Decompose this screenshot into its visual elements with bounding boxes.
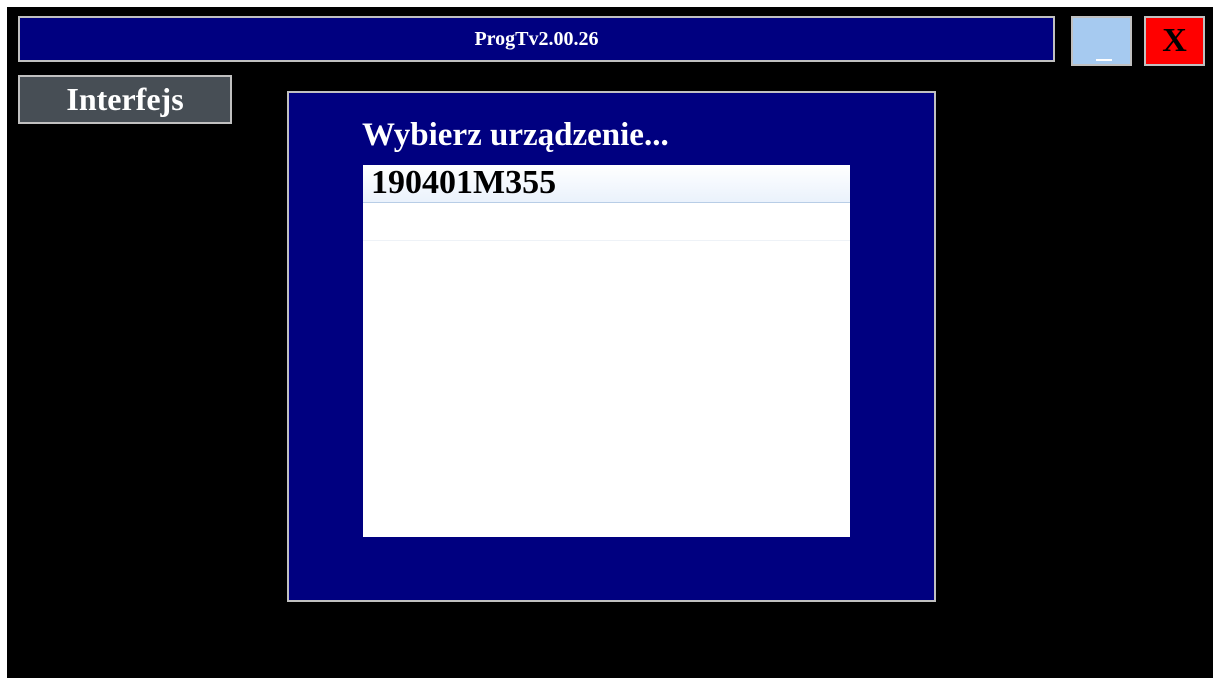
- close-icon: X: [1162, 22, 1187, 59]
- device-serial: 190401M355: [371, 165, 557, 201]
- minimize-icon: [1096, 59, 1112, 61]
- close-button[interactable]: X: [1144, 16, 1205, 66]
- app-screen: ProgTv2.00.26 X Interfejs Wybierz urządz…: [7, 7, 1213, 678]
- window-title: ProgTv2.00.26: [474, 27, 599, 50]
- interface-button-label: Interfejs: [66, 81, 184, 117]
- device-select-dialog: Wybierz urządzenie... 190401M355: [287, 91, 936, 602]
- interface-button[interactable]: Interfejs: [18, 75, 232, 124]
- dialog-heading: Wybierz urządzenie...: [362, 117, 669, 153]
- minimize-button[interactable]: [1071, 16, 1132, 66]
- device-list[interactable]: 190401M355: [363, 165, 850, 537]
- window-title-bar: ProgTv2.00.26: [18, 16, 1055, 62]
- list-item[interactable]: [363, 203, 850, 241]
- list-item[interactable]: 190401M355: [363, 165, 850, 203]
